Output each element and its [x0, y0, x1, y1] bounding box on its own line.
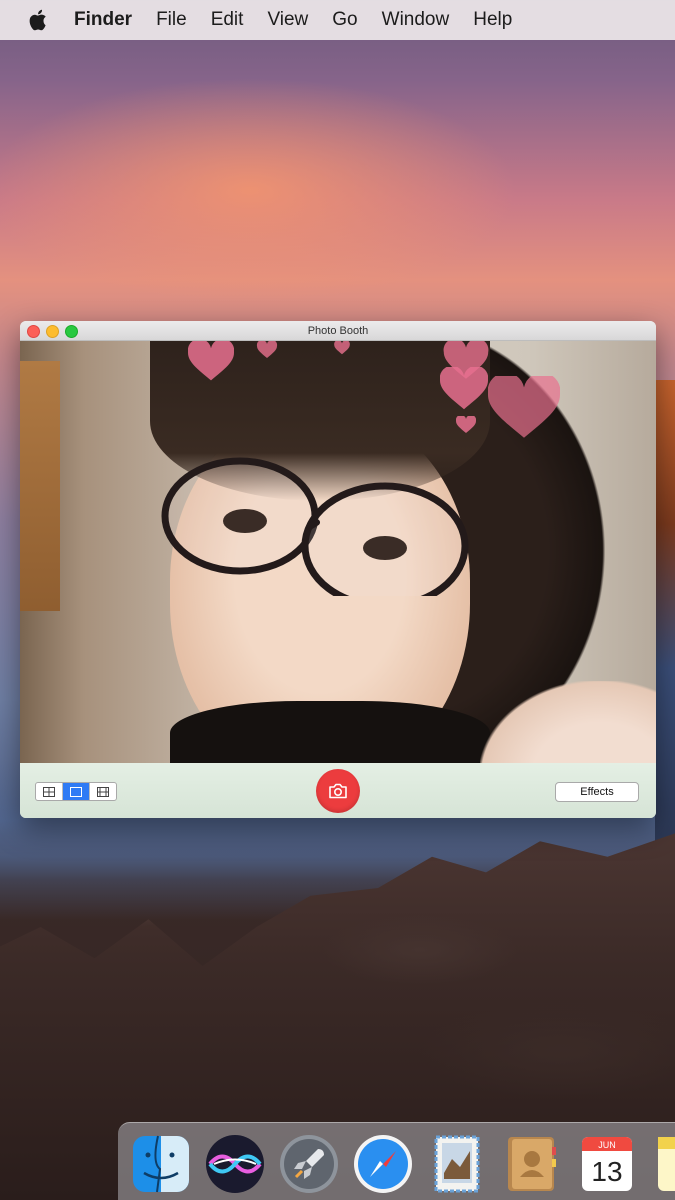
camera-preview — [20, 341, 656, 763]
notes-icon[interactable] — [652, 1133, 675, 1195]
menu-view[interactable]: View — [267, 9, 308, 31]
calendar-month: JUN — [598, 1140, 616, 1150]
heart-effect-icon — [334, 341, 350, 355]
grid-view-icon[interactable] — [36, 783, 63, 800]
dock: JUN 13 — [118, 1122, 675, 1200]
launchpad-icon[interactable] — [278, 1133, 340, 1195]
photo-booth-toolbar: Effects — [20, 763, 656, 818]
zoom-button[interactable] — [65, 325, 78, 338]
menu-window[interactable]: Window — [382, 9, 450, 31]
menu-bar: Finder File Edit View Go Window Help — [0, 0, 675, 40]
contacts-icon[interactable] — [500, 1133, 562, 1195]
menu-finder[interactable]: Finder — [74, 9, 132, 31]
single-view-icon[interactable] — [63, 783, 90, 800]
heart-effect-icon — [440, 367, 488, 410]
close-button[interactable] — [27, 325, 40, 338]
photo-booth-window: Photo Booth Effects — [20, 321, 656, 818]
filmstrip-view-icon[interactable] — [90, 783, 116, 800]
menu-go[interactable]: Go — [332, 9, 357, 31]
subject-shirt — [170, 701, 490, 763]
subject-shoulder — [480, 681, 656, 763]
heart-effect-icon — [256, 341, 278, 358]
finder-icon[interactable] — [130, 1133, 192, 1195]
desktop: Finder File Edit View Go Window Help Pho… — [0, 0, 675, 1200]
glasses-overlay — [161, 457, 469, 596]
traffic-lights — [27, 325, 78, 338]
heart-effect-icon — [456, 416, 476, 433]
menu-edit[interactable]: Edit — [211, 9, 244, 31]
window-titlebar[interactable]: Photo Booth — [20, 321, 656, 341]
camera-icon — [329, 783, 347, 799]
view-mode-toggle — [35, 782, 117, 801]
menu-file[interactable]: File — [156, 9, 187, 31]
safari-icon[interactable] — [352, 1133, 414, 1195]
minimize-button[interactable] — [46, 325, 59, 338]
effects-button[interactable]: Effects — [555, 782, 639, 802]
mail-icon[interactable] — [426, 1133, 488, 1195]
siri-icon[interactable] — [204, 1133, 266, 1195]
take-photo-button[interactable] — [316, 769, 360, 813]
heart-effect-icon — [188, 341, 234, 381]
wallpaper-edge-rocks — [655, 380, 675, 860]
heart-effect-icon — [488, 376, 560, 438]
background-frame — [20, 361, 60, 611]
menu-help[interactable]: Help — [473, 9, 512, 31]
apple-logo-icon[interactable] — [28, 8, 58, 32]
window-title: Photo Booth — [307, 324, 369, 337]
calendar-icon[interactable]: JUN 13 — [576, 1133, 638, 1195]
calendar-day: 13 — [591, 1156, 622, 1187]
